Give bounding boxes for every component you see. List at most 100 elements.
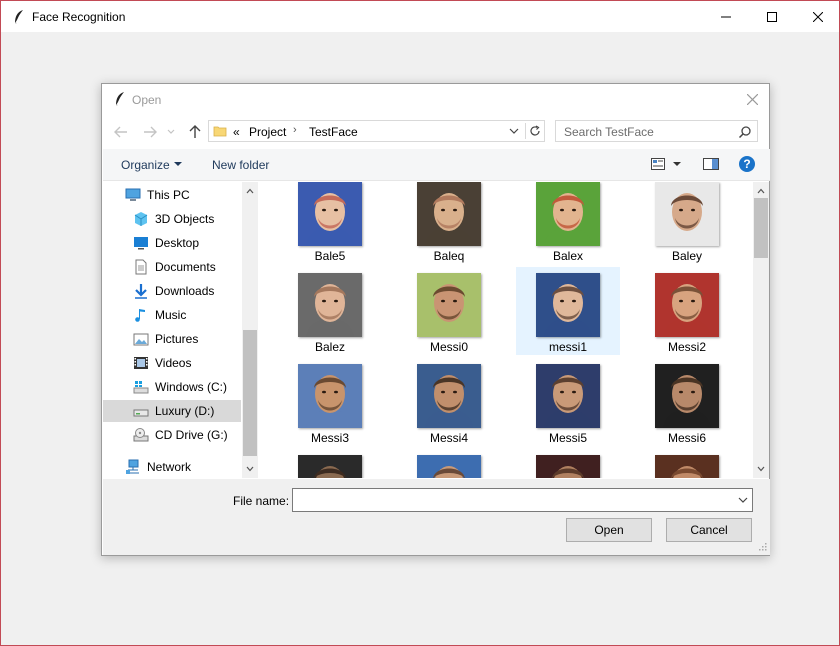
address-bar[interactable]: « Project › TestFace — [208, 120, 545, 142]
resize-grip-icon[interactable] — [757, 541, 767, 551]
view-options-icon[interactable] — [651, 158, 665, 170]
nav-item-this-pc[interactable]: This PC — [103, 184, 241, 206]
refresh-button[interactable] — [525, 123, 543, 139]
scrollbar-thumb[interactable] — [243, 330, 257, 456]
file-item[interactable] — [278, 449, 382, 478]
file-name: Balex — [552, 249, 584, 263]
file-item[interactable]: Messi5 — [516, 358, 620, 446]
photo-thumbnail — [417, 273, 481, 337]
search-icon[interactable] — [738, 125, 752, 139]
file-item[interactable]: Messi3 — [278, 358, 382, 446]
navigation-scrollbar[interactable] — [242, 182, 258, 478]
nav-item-documents[interactable]: Documents — [103, 256, 241, 278]
organize-button[interactable]: Organize — [121, 158, 170, 172]
photo-thumbnail — [655, 364, 719, 428]
photo-thumbnail — [536, 273, 600, 337]
chevron-down-icon — [757, 466, 765, 472]
file-name: Baleq — [433, 249, 465, 263]
file-item[interactable] — [397, 449, 501, 478]
search-placeholder: Search TestFace — [564, 125, 654, 139]
scroll-up-arrow[interactable] — [243, 184, 257, 198]
file-list: Bale5 Baleq Balex Baley Balez Messi0 messi1 Mes… — [260, 182, 752, 478]
caret-down-icon — [174, 162, 182, 166]
nav-item-label: Network — [147, 460, 192, 474]
nav-item-music[interactable]: Music — [103, 304, 241, 326]
views-dropdown-icon[interactable] — [673, 162, 681, 166]
file-name: Baley — [671, 249, 703, 263]
open-file-dialog: Open « Project › TestFace Search TestFac… — [101, 83, 770, 556]
photo-thumbnail — [655, 455, 719, 478]
file-list-scrollbar[interactable] — [753, 182, 769, 478]
cd-drive-icon — [133, 427, 149, 443]
file-item[interactable] — [516, 449, 620, 478]
dialog-titlebar: Open — [102, 84, 769, 114]
file-item[interactable]: Messi4 — [397, 358, 501, 446]
file-name: messi1 — [548, 340, 587, 354]
breadcrumb-project[interactable]: Project — [249, 125, 286, 139]
file-item[interactable] — [635, 449, 739, 478]
app-titlebar: Face Recognition — [1, 1, 839, 32]
forward-button[interactable] — [141, 123, 159, 141]
cancel-button[interactable]: Cancel — [666, 518, 752, 542]
nav-item-label: Windows (C:) — [155, 380, 228, 394]
scrollbar-thumb[interactable] — [754, 198, 768, 258]
file-item[interactable]: Messi6 — [635, 358, 739, 446]
file-item[interactable]: Baleq — [397, 182, 501, 264]
address-dropdown-button[interactable] — [507, 124, 521, 138]
preview-pane-icon[interactable] — [703, 158, 719, 170]
minimize-button[interactable] — [703, 1, 749, 32]
feather-icon — [14, 10, 23, 25]
open-button[interactable]: Open — [566, 518, 652, 542]
nav-item-network[interactable]: Network — [103, 456, 241, 478]
file-item[interactable]: Messi2 — [635, 267, 739, 355]
download-icon — [133, 283, 149, 299]
file-item[interactable]: Messi0 — [397, 267, 501, 355]
file-item[interactable]: Bale5 — [278, 182, 382, 264]
file-item[interactable]: Balez — [278, 267, 382, 355]
address-overflow-chevron[interactable]: « — [233, 125, 240, 139]
document-icon — [133, 259, 149, 275]
photo-thumbnail — [298, 364, 362, 428]
nav-item-label: Luxury (D:) — [155, 404, 215, 418]
scroll-down-arrow[interactable] — [754, 462, 768, 476]
scroll-up-arrow[interactable] — [754, 184, 768, 198]
new-folder-button[interactable]: New folder — [212, 158, 269, 172]
dialog-close-button[interactable] — [742, 90, 762, 108]
file-item[interactable]: messi1 — [516, 267, 620, 355]
search-input[interactable]: Search TestFace — [555, 120, 758, 142]
help-button[interactable]: ? — [739, 156, 755, 172]
file-name: Messi3 — [310, 431, 349, 445]
file-name: Messi6 — [667, 431, 706, 445]
windows-drive-icon — [133, 379, 149, 395]
nav-item-downloads[interactable]: Downloads — [103, 280, 241, 302]
back-button[interactable] — [112, 123, 130, 141]
nav-item-windows-c[interactable]: Windows (C:) — [103, 376, 241, 398]
recent-locations-button[interactable] — [166, 123, 176, 141]
file-item[interactable]: Balex — [516, 182, 620, 264]
nav-item-pictures[interactable]: Pictures — [103, 328, 241, 350]
nav-item-3d-objects[interactable]: 3D Objects — [103, 208, 241, 230]
nav-item-label: Documents — [155, 260, 216, 274]
chevron-down-icon — [246, 466, 254, 472]
close-button[interactable] — [795, 1, 840, 32]
file-name: Messi4 — [429, 431, 468, 445]
desktop-icon — [133, 235, 149, 251]
drive-icon — [133, 403, 149, 419]
chevron-up-icon — [246, 188, 254, 194]
scroll-down-arrow[interactable] — [243, 462, 257, 476]
video-icon — [133, 355, 149, 371]
breadcrumb-testface[interactable]: TestFace — [309, 125, 358, 139]
nav-item-label: This PC — [147, 188, 190, 202]
photo-thumbnail — [298, 182, 362, 246]
file-name-input[interactable] — [292, 488, 753, 512]
file-item[interactable]: Baley — [635, 182, 739, 264]
nav-item-videos[interactable]: Videos — [103, 352, 241, 374]
maximize-button[interactable] — [749, 1, 795, 32]
up-button[interactable] — [186, 123, 204, 141]
close-icon — [746, 93, 758, 105]
minimize-icon — [721, 16, 731, 17]
nav-item-cd-drive-g[interactable]: CD Drive (G:) — [103, 424, 241, 446]
file-name-dropdown-button[interactable] — [737, 494, 749, 506]
nav-item-luxury-d[interactable]: Luxury (D:) — [103, 400, 241, 422]
nav-item-desktop[interactable]: Desktop — [103, 232, 241, 254]
